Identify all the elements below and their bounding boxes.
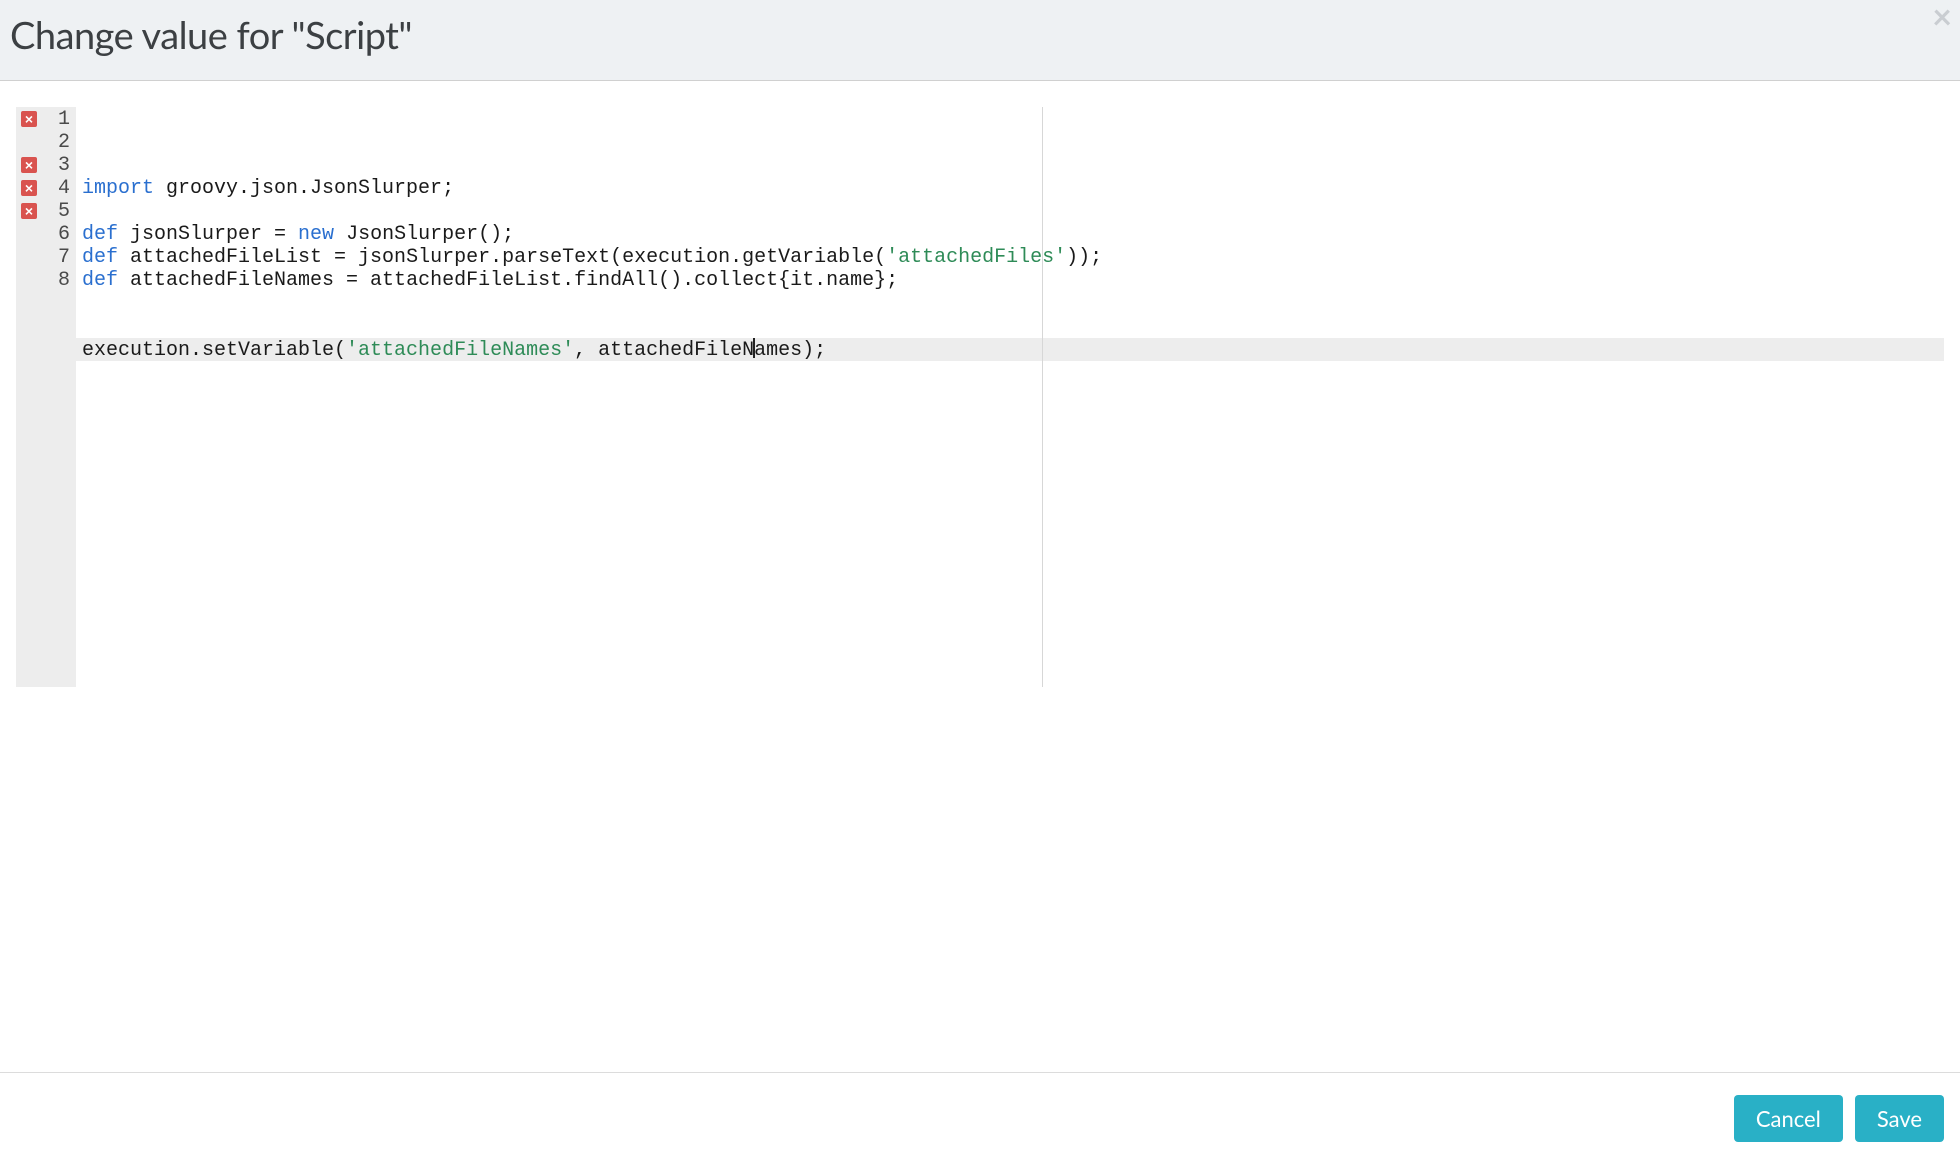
- code-token: def: [82, 246, 118, 269]
- error-icon: ×: [21, 111, 37, 127]
- code-line[interactable]: def jsonSlurper = new JsonSlurper();: [82, 223, 1944, 246]
- code-token: ));: [1066, 246, 1102, 269]
- line-number: 6: [16, 223, 76, 246]
- code-line[interactable]: [82, 200, 1944, 223]
- code-area[interactable]: import groovy.json.JsonSlurper; def jsonS…: [76, 107, 1944, 687]
- error-icon: ×: [21, 157, 37, 173]
- modal-title: Change value for "Script": [10, 12, 1940, 58]
- code-line[interactable]: [82, 292, 1944, 315]
- line-number: 7: [16, 246, 76, 269]
- code-line[interactable]: def attachedFileNames = attachedFileList…: [82, 269, 1944, 292]
- error-icon: ×: [21, 203, 37, 219]
- code-token: groovy.json.JsonSlurper;: [154, 177, 454, 200]
- modal-header: Change value for "Script" ×: [0, 0, 1960, 81]
- error-icon: ×: [21, 180, 37, 196]
- line-number: 2: [16, 131, 76, 154]
- code-token: JsonSlurper();: [334, 223, 514, 246]
- print-margin-guide: [1042, 107, 1043, 687]
- code-token: new: [298, 223, 334, 246]
- modal-footer: Cancel Save: [0, 1072, 1960, 1172]
- gutter: 1×23×4×5×678: [16, 107, 76, 687]
- code-token: def: [82, 223, 118, 246]
- close-icon[interactable]: ×: [1932, 0, 1952, 34]
- cancel-button[interactable]: Cancel: [1734, 1095, 1843, 1142]
- line-number: 4×: [16, 177, 76, 200]
- save-button[interactable]: Save: [1855, 1095, 1944, 1142]
- editor-container: 1×23×4×5×678 import groovy.json.JsonSlur…: [0, 81, 1960, 1072]
- line-number: 1×: [16, 108, 76, 131]
- code-line[interactable]: def attachedFileList = jsonSlurper.parse…: [82, 246, 1944, 269]
- code-token: import: [82, 177, 154, 200]
- code-token: jsonSlurper =: [118, 223, 298, 246]
- code-token: attachedFileNames = attachedFileList.fin…: [118, 269, 898, 292]
- line-number: 3×: [16, 154, 76, 177]
- code-editor[interactable]: 1×23×4×5×678 import groovy.json.JsonSlur…: [16, 107, 1944, 687]
- code-token: attachedFileList = jsonSlurper.parseText…: [118, 246, 886, 269]
- code-token: execution.setVariable(: [82, 339, 346, 362]
- code-line[interactable]: execution.setVariable('attachedFileNames…: [76, 338, 1944, 361]
- code-token: 'attachedFiles': [886, 246, 1066, 269]
- code-line[interactable]: [82, 315, 1944, 338]
- line-number: 8: [16, 269, 76, 292]
- code-line[interactable]: import groovy.json.JsonSlurper;: [82, 177, 1944, 200]
- line-number: 5×: [16, 200, 76, 223]
- code-token: 'attachedFileNames': [346, 339, 574, 362]
- code-token: def: [82, 269, 118, 292]
